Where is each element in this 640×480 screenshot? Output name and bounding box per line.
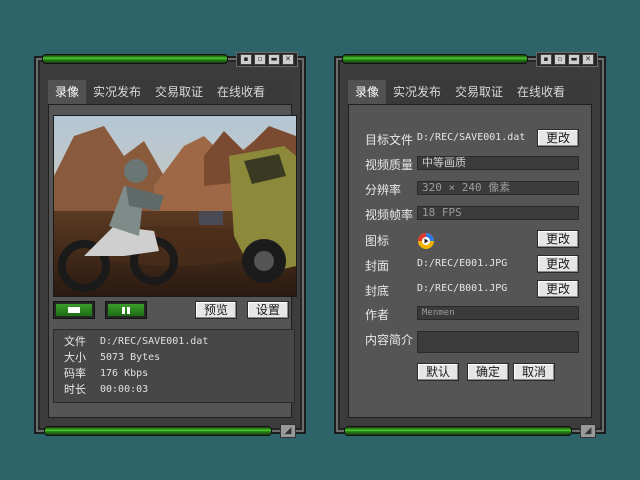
summary-label: 内容简介 bbox=[365, 333, 414, 347]
info-row-bitrate: 码率 176 Kbps bbox=[64, 366, 294, 382]
tab-record[interactable]: 录像 bbox=[48, 80, 87, 104]
settings-button[interactable]: 设置 bbox=[247, 301, 289, 319]
video-quality-label: 视频质量 bbox=[365, 158, 414, 172]
tab-live-publish[interactable]: 实况发布 bbox=[86, 80, 148, 104]
close-icon[interactable]: ✕ bbox=[582, 53, 594, 65]
tab-bar: 录像 实况发布 交易取证 在线收看 bbox=[348, 80, 592, 105]
target-file-label: 目标文件 bbox=[365, 133, 414, 147]
pause-icon bbox=[108, 304, 144, 316]
tab-bar: 录像 实况发布 交易取证 在线收看 bbox=[48, 80, 292, 105]
change-target-file-button[interactable]: 更改 bbox=[537, 129, 579, 147]
bitrate-label: 码率 bbox=[64, 367, 86, 380]
info-row-duration: 时长 00:00:03 bbox=[64, 382, 294, 398]
cancel-button[interactable]: 取消 bbox=[513, 363, 555, 381]
bottom-glow-bar bbox=[44, 426, 272, 436]
lock-icon[interactable]: ▪ bbox=[240, 53, 252, 65]
title-glow-bar bbox=[342, 54, 528, 64]
tab-online-watch[interactable]: 在线收看 bbox=[510, 80, 572, 104]
titlebar[interactable]: ▪ ▫ ▬ ✕ bbox=[42, 51, 298, 67]
pause-button[interactable] bbox=[105, 301, 147, 319]
titlebar[interactable]: ▪ ▫ ▬ ✕ bbox=[342, 51, 598, 67]
restore-icon[interactable]: ▫ bbox=[554, 53, 566, 65]
stop-icon bbox=[68, 307, 80, 313]
recording-info: 文件 D:/REC/SAVE001.dat 大小 5073 Bytes 码率 1… bbox=[53, 329, 295, 403]
duration-label: 时长 bbox=[64, 383, 86, 396]
icon-label: 图标 bbox=[365, 234, 390, 248]
duration-value: 00:00:03 bbox=[100, 384, 149, 395]
author-field[interactable]: Menmen bbox=[417, 306, 579, 320]
tab-live-publish[interactable]: 实况发布 bbox=[386, 80, 448, 104]
close-icon[interactable]: ✕ bbox=[282, 53, 294, 65]
restore-icon[interactable]: ▫ bbox=[254, 53, 266, 65]
resize-grip-icon[interactable]: ◢ bbox=[580, 424, 596, 438]
default-button[interactable]: 默认 bbox=[417, 363, 459, 381]
lock-icon[interactable]: ▪ bbox=[540, 53, 552, 65]
resolution-label: 分辨率 bbox=[365, 183, 402, 197]
stop-button[interactable] bbox=[53, 301, 95, 319]
preview-button[interactable]: 预览 bbox=[195, 301, 237, 319]
target-file-value: D:/REC/SAVE001.dat bbox=[417, 132, 526, 143]
back-cover-value: D:/REC/B001.JPG bbox=[417, 283, 508, 294]
framerate-label: 视频帧率 bbox=[365, 208, 414, 222]
ok-button[interactable]: 确定 bbox=[467, 363, 509, 381]
change-cover-button[interactable]: 更改 bbox=[537, 255, 579, 273]
resize-grip-icon[interactable]: ◢ bbox=[280, 424, 296, 438]
media-app-icon bbox=[417, 232, 435, 250]
title-glow-bar bbox=[42, 54, 228, 64]
minimize-icon[interactable]: ▬ bbox=[268, 53, 280, 65]
file-value: D:/REC/SAVE001.dat bbox=[100, 336, 209, 347]
record-content: 预览 设置 文件 D:/REC/SAVE001.dat 大小 5073 Byte… bbox=[48, 104, 297, 418]
author-label: 作者 bbox=[365, 308, 390, 322]
bottom-bar: ◢ bbox=[44, 424, 296, 438]
video-preview-image bbox=[53, 115, 297, 297]
tab-transaction-evidence[interactable]: 交易取证 bbox=[448, 80, 510, 104]
change-icon-button[interactable]: 更改 bbox=[537, 230, 579, 248]
size-label: 大小 bbox=[64, 351, 86, 364]
size-value: 5073 Bytes bbox=[100, 352, 161, 363]
tab-online-watch[interactable]: 在线收看 bbox=[210, 80, 272, 104]
resolution-field[interactable]: 320 × 240 像素 bbox=[417, 181, 579, 195]
change-back-cover-button[interactable]: 更改 bbox=[537, 280, 579, 298]
recording-settings-panel: ▪ ▫ ▬ ✕ 录像 实况发布 交易取证 在线收看 目标文件 D:/REC/SA… bbox=[334, 51, 606, 438]
window-buttons: ▪ ▫ ▬ ✕ bbox=[236, 51, 298, 67]
summary-textarea[interactable] bbox=[417, 331, 579, 353]
bottom-bar: ◢ bbox=[344, 424, 596, 438]
bitrate-value: 176 Kbps bbox=[100, 368, 149, 379]
minimize-icon[interactable]: ▬ bbox=[568, 53, 580, 65]
recorder-panel: ▪ ▫ ▬ ✕ 录像 实况发布 交易取证 在线收看 预览 设置 文件 D:/RE… bbox=[34, 51, 306, 438]
cover-label: 封面 bbox=[365, 259, 390, 273]
video-quality-select[interactable]: 中等画质 bbox=[417, 156, 579, 170]
info-row-size: 大小 5073 Bytes bbox=[64, 350, 294, 366]
window-buttons: ▪ ▫ ▬ ✕ bbox=[536, 51, 598, 67]
settings-content: 目标文件 D:/REC/SAVE001.dat 更改 视频质量 中等画质 分辨率… bbox=[348, 104, 592, 418]
tab-record[interactable]: 录像 bbox=[348, 80, 387, 104]
info-row-file: 文件 D:/REC/SAVE001.dat bbox=[64, 334, 294, 350]
framerate-field[interactable]: 18 FPS bbox=[417, 206, 579, 220]
back-cover-label: 封底 bbox=[365, 284, 390, 298]
file-label: 文件 bbox=[64, 335, 86, 348]
tab-transaction-evidence[interactable]: 交易取证 bbox=[148, 80, 210, 104]
bottom-glow-bar bbox=[344, 426, 572, 436]
cover-value: D:/REC/E001.JPG bbox=[417, 258, 508, 269]
